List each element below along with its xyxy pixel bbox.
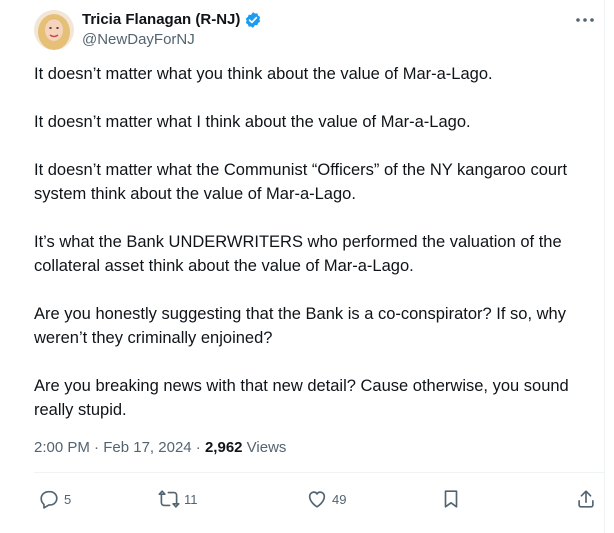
retweet-button[interactable]: 11 [158, 483, 198, 515]
retweet-count: 11 [184, 491, 198, 507]
meta-separator: · [89, 439, 104, 456]
views-label: Views [242, 439, 287, 456]
views-count: 2,962 [204, 439, 243, 456]
more-icon [576, 18, 594, 22]
bookmark-button[interactable] [440, 483, 462, 515]
tweet-paragraph: Are you honestly suggesting that the Ban… [34, 305, 566, 347]
author-name-row[interactable]: Tricia Flanagan (R-NJ) [82, 10, 262, 30]
divider [34, 472, 604, 473]
tweet-paragraph: Are you breaking news with that new deta… [34, 377, 569, 419]
verified-badge-icon [244, 11, 262, 29]
tweet-card: Tricia Flanagan (R-NJ) @NewDayForNJ It d… [0, 0, 614, 533]
like-count: 49 [332, 491, 347, 507]
tweet-text: It doesn’t matter what you think about t… [34, 62, 594, 422]
reply-button[interactable]: 5 [38, 483, 71, 515]
author-handle[interactable]: @NewDayForNJ [82, 30, 195, 50]
meta-separator: · [191, 439, 205, 456]
action-bar: 5 11 49 [34, 483, 604, 515]
column-border [604, 0, 605, 533]
tweet-paragraph: It doesn’t matter what you think about t… [34, 65, 493, 83]
like-button[interactable]: 49 [306, 483, 346, 515]
heart-icon [308, 491, 326, 508]
reply-count: 5 [64, 491, 72, 507]
retweet-icon [158, 490, 180, 508]
tweet-time[interactable]: 2:00 PM [34, 439, 90, 456]
avatar[interactable] [34, 10, 74, 50]
tweet-paragraph: It’s what the Bank UNDERWRITERS who perf… [34, 233, 562, 275]
more-options-button[interactable] [572, 10, 598, 30]
share-button[interactable] [575, 483, 597, 515]
tweet-meta: 2:00 PM · Feb 17, 2024 · 2,962 Views [34, 438, 286, 458]
tweet-date[interactable]: Feb 17, 2024 [103, 439, 191, 456]
display-name[interactable]: Tricia Flanagan (R-NJ) [82, 10, 240, 30]
share-icon [578, 490, 594, 508]
reply-icon [40, 490, 58, 509]
tweet-paragraph: It doesn’t matter what the Communist “Of… [34, 161, 568, 203]
tweet-paragraph: It doesn’t matter what I think about the… [34, 113, 471, 131]
bookmark-icon [444, 490, 458, 508]
